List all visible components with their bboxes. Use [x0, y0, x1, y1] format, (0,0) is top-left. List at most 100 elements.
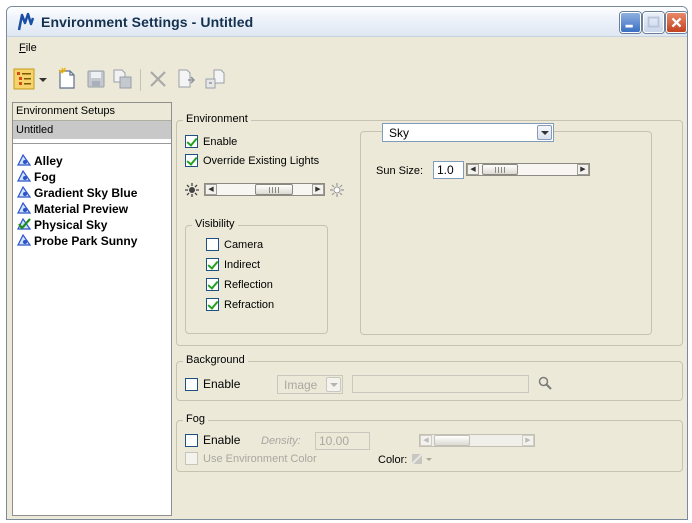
- checkbox-label: Override Existing Lights: [203, 154, 320, 167]
- sidebar-item-material-preview[interactable]: Material Preview: [13, 201, 171, 217]
- checkbox-box[interactable]: [185, 377, 198, 391]
- slider-right-button[interactable]: ▶: [577, 164, 589, 175]
- fog-group-label: Fog: [183, 413, 208, 425]
- slider-left-button[interactable]: ◀: [420, 435, 432, 446]
- minimize-button[interactable]: [620, 12, 641, 33]
- physical-sky-check-icon: [17, 218, 31, 230]
- fog-density-slider[interactable]: ◀ ▶: [419, 434, 535, 447]
- checkbox-label: Reflection: [224, 278, 273, 291]
- slider-right-button[interactable]: ▶: [522, 435, 534, 446]
- camera-checkbox[interactable]: Camera: [206, 238, 263, 251]
- indirect-checkbox[interactable]: Indirect: [206, 258, 260, 271]
- save-as-icon[interactable]: [111, 67, 133, 91]
- sun-size-slider[interactable]: ◀ ▶: [466, 163, 590, 176]
- use-environment-color-checkbox[interactable]: Use Environment Color: [185, 452, 317, 465]
- checkbox-box[interactable]: [185, 433, 198, 447]
- sidebar-item-alley[interactable]: Alley: [13, 153, 171, 169]
- reflection-checkbox[interactable]: Reflection: [206, 278, 273, 291]
- sky-type-select[interactable]: Sky: [382, 123, 554, 142]
- chevron-down-icon[interactable]: [537, 125, 552, 140]
- sun-size-label: Sun Size:: [376, 165, 424, 177]
- slider-thumb[interactable]: [482, 164, 518, 175]
- select-value: Image: [284, 378, 318, 392]
- checkbox-box[interactable]: [206, 258, 219, 271]
- chevron-down-icon[interactable]: [326, 377, 341, 392]
- sidebar-header: Environment Setups: [13, 103, 171, 121]
- environment-icon: [17, 186, 31, 198]
- settings-panel: Environment Enable Override Existing Lig…: [173, 102, 689, 520]
- environment-group: Environment Enable Override Existing Lig…: [176, 113, 683, 346]
- visibility-group-label: Visibility: [192, 218, 238, 230]
- sun-size-input[interactable]: 1.0: [433, 161, 464, 179]
- background-group-label: Background: [183, 354, 248, 366]
- title-bar[interactable]: Environment Settings - Untitled: [7, 7, 687, 37]
- fog-enable-checkbox[interactable]: Enable: [185, 433, 240, 447]
- minimize-icon: [625, 24, 633, 28]
- background-enable-checkbox[interactable]: Enable: [185, 377, 240, 391]
- environment-icon: [17, 202, 31, 214]
- sidebar-item-label: Alley: [34, 154, 63, 168]
- background-group: Background Enable Image: [176, 354, 683, 401]
- sidebar-item-physical-sky[interactable]: Physical Sky: [13, 217, 171, 233]
- menu-file[interactable]: File: [19, 42, 37, 54]
- light-intensity-slider[interactable]: ◀ ▶: [204, 183, 325, 196]
- close-button[interactable]: [666, 12, 687, 33]
- slider-thumb[interactable]: [434, 435, 470, 446]
- slider-left-button[interactable]: ◀: [205, 184, 217, 195]
- environment-enable-checkbox[interactable]: Enable: [185, 135, 237, 148]
- environment-icon: [17, 154, 31, 166]
- slider-thumb[interactable]: [255, 184, 293, 195]
- visibility-group: Visibility Camera Indirect Reflection Re…: [185, 218, 328, 334]
- toolbar-separator: [140, 69, 141, 91]
- fog-color-label: Color:: [378, 454, 408, 466]
- delete-icon[interactable]: [147, 67, 169, 91]
- dropdown-arrow-icon[interactable]: [38, 67, 48, 91]
- maximize-icon: [647, 16, 660, 28]
- new-icon[interactable]: [56, 67, 78, 91]
- sidebar-item-gradient-sky-blue[interactable]: Gradient Sky Blue: [13, 185, 171, 201]
- checkbox-label: Camera: [224, 238, 264, 251]
- select-value: Sky: [389, 126, 410, 140]
- environment-group-label: Environment: [183, 113, 251, 125]
- override-lights-checkbox[interactable]: Override Existing Lights: [185, 154, 319, 167]
- checkbox-label: Enable: [203, 135, 238, 148]
- import-icon[interactable]: [174, 67, 196, 91]
- environment-icon: [17, 234, 31, 246]
- checkbox-label: Refraction: [224, 298, 275, 311]
- tree-view-icon[interactable]: [13, 67, 35, 91]
- export-icon[interactable]: [203, 67, 227, 91]
- menu-bar: File: [7, 38, 687, 60]
- slider-right-button[interactable]: ▶: [312, 184, 324, 195]
- save-icon[interactable]: [86, 67, 106, 91]
- fog-density-label: Density:: [261, 435, 301, 447]
- sidebar-item-untitled[interactable]: Untitled: [13, 121, 171, 139]
- magnifier-icon[interactable]: [538, 376, 552, 390]
- background-type-select[interactable]: Image: [277, 375, 343, 394]
- checkbox-box[interactable]: [185, 154, 198, 167]
- refraction-checkbox[interactable]: Refraction: [206, 298, 274, 311]
- slider-left-button[interactable]: ◀: [467, 164, 479, 175]
- sky-group: Sky Sun Size: 1.0 ◀ ▶: [360, 123, 652, 335]
- checkbox-label: Enable: [203, 433, 241, 447]
- checkbox-box[interactable]: [185, 135, 198, 148]
- environment-setups-list[interactable]: Environment Setups Untitled Alley Fog Gr…: [12, 102, 172, 516]
- color-picker-icon[interactable]: [411, 452, 435, 466]
- checkbox-box[interactable]: [206, 278, 219, 291]
- checkbox-box[interactable]: [206, 298, 219, 311]
- sidebar-item-fog[interactable]: Fog: [13, 169, 171, 185]
- checkbox-label: Indirect: [224, 258, 261, 271]
- background-image-path[interactable]: [352, 375, 529, 393]
- checkbox-box[interactable]: [185, 452, 198, 465]
- environment-settings-window: Environment Settings - Untitled File Env…: [6, 6, 688, 520]
- sidebar-item-label: Fog: [34, 170, 56, 184]
- sidebar-item-label: Material Preview: [34, 202, 129, 216]
- fog-group: Fog Enable Density: 10.00 ◀ ▶ Use Enviro…: [176, 413, 683, 472]
- sidebar-list: Alley Fog Gradient Sky Blue Material Pre…: [13, 153, 171, 249]
- checkbox-box[interactable]: [206, 238, 219, 251]
- close-icon: [671, 17, 682, 28]
- toolbar: [7, 65, 687, 95]
- sidebar-item-probe-park-sunny[interactable]: Probe Park Sunny: [13, 233, 171, 249]
- bright-light-icon: [330, 183, 344, 197]
- maximize-button[interactable]: [643, 12, 664, 33]
- fog-density-input[interactable]: 10.00: [315, 432, 370, 450]
